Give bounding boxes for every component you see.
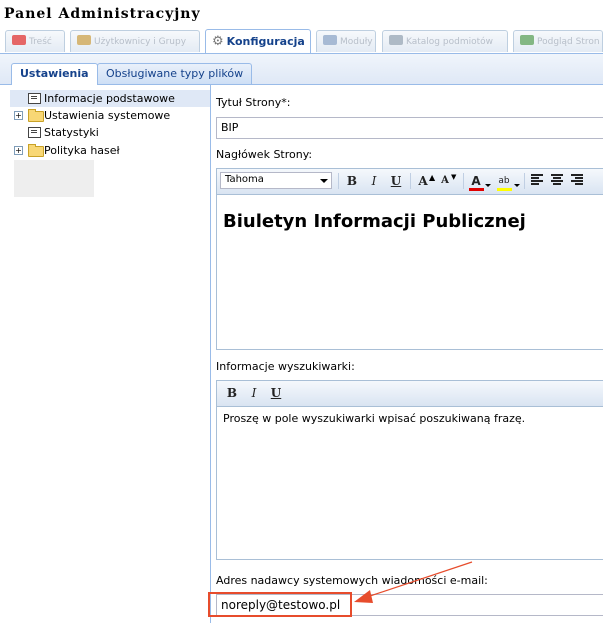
header-editor-toolbar: Tahoma B I U A ▲ A ▼ A ab [217,169,603,195]
font-select-value: Tahoma [225,174,264,185]
site-title-input[interactable]: BIP [216,117,603,139]
bold-button[interactable]: B [225,385,239,401]
search-info-label: Informacje wyszukiwarki: [216,360,355,373]
folder-icon [28,109,44,122]
search-editor-toolbar: B I U [217,381,603,407]
grow-font-button[interactable]: A [416,173,430,189]
expand-plus-icon[interactable]: + [14,146,23,155]
tab-preview-label: Podgląd Stron [537,37,600,47]
users-icon [77,35,91,45]
settings-tab-bar: Ustawienia Obsługiwane typy plików [0,54,603,85]
highlight-button[interactable]: ab [496,173,512,189]
tree-item-label: Polityka haseł [44,144,120,157]
grow-arrow-icon: ▲ [429,173,436,182]
tab-settings[interactable]: Ustawienia [11,63,98,85]
tab-settings-label: Ustawienia [20,67,89,80]
font-color-swatch [469,188,484,191]
tab-configuration[interactable]: ⚙ Konfiguracja [205,29,311,53]
email-label: Adres nadawcy systemowych wiadomości e-m… [216,574,488,587]
shrink-arrow-icon: ▼ [451,173,457,181]
header-label: Nagłówek Strony: [216,148,313,161]
font-select[interactable]: Tahoma [220,172,332,189]
toolbar-separator [524,173,525,189]
chevron-down-icon [320,179,328,183]
tree-item-label: Informacje podstawowe [44,92,175,105]
font-color-dropdown-icon[interactable] [485,179,491,192]
highlight-swatch [497,188,512,191]
settings-tree: Informacje podstawowe + Ustawienia syste… [10,88,210,198]
search-info-editor[interactable]: B I U Proszę w pole wyszukiwarki wpisać … [216,380,603,560]
bold-button[interactable]: B [345,173,359,189]
preview-icon [520,35,534,45]
modules-icon [323,35,337,45]
page-icon [28,127,41,138]
toolbar-separator [410,173,411,189]
folder-icon [28,144,44,157]
tab-preview[interactable]: Podgląd Stron [513,30,603,52]
tab-catalog[interactable]: Katalog podmiotów [382,30,508,52]
tab-users-groups[interactable]: Użytkownicy i Grupy [70,30,200,52]
catalog-icon [389,35,403,45]
tree-item-label: Ustawienia systemowe [44,109,171,122]
expand-plus-icon[interactable]: + [14,111,23,120]
tab-content[interactable]: Treść [5,30,65,52]
annotation-highlight-box [208,592,352,617]
tab-modules[interactable]: Moduły [316,30,376,52]
tree-item-password-policy[interactable]: + Polityka haseł [10,142,210,159]
tree-item-statistics[interactable]: Statystyki [10,124,210,141]
highlight-dropdown-icon[interactable] [514,179,520,192]
header-editor-content[interactable]: Biuletyn Informacji Publicznej [217,195,603,238]
toolbar-separator [463,173,464,189]
tab-configuration-label: Konfiguracja [226,35,305,48]
italic-button[interactable]: I [367,173,381,189]
header-text: Biuletyn Informacji Publicznej [223,211,526,232]
tree-item-basic-info[interactable]: Informacje podstawowe [10,90,210,107]
main-tab-bar: Treść Użytkownicy i Grupy ⚙ Konfiguracja … [0,27,603,54]
tree-item-label: Statystyki [44,126,99,139]
search-info-text: Proszę w pole wyszukiwarki wpisać poszuk… [223,412,526,425]
underline-button[interactable]: U [269,385,283,401]
search-editor-content[interactable]: Proszę w pole wyszukiwarki wpisać poszuk… [217,407,603,431]
align-left-icon[interactable] [531,174,543,186]
tab-content-label: Treść [29,37,52,47]
tab-file-types[interactable]: Obsługiwane typy plików [97,63,253,84]
font-color-button[interactable]: A [469,173,483,189]
shrink-font-button[interactable]: A [439,173,451,189]
tab-catalog-label: Katalog podmiotów [406,37,493,47]
tab-users-groups-label: Użytkownicy i Grupy [94,37,187,47]
page-icon [28,93,41,104]
toolbar-separator [338,173,339,189]
tree-item-system-settings[interactable]: + Ustawienia systemowe [10,107,210,124]
italic-button[interactable]: I [247,385,261,401]
tab-file-types-label: Obsługiwane typy plików [106,67,244,80]
align-center-icon[interactable] [551,174,563,186]
header-editor[interactable]: Tahoma B I U A ▲ A ▼ A ab Biuletyn Infor… [216,168,603,350]
content-icon [12,35,26,45]
page-title: Panel Administracyjny [4,6,201,22]
settings-form: Tytuł Strony*: BIP Nagłówek Strony: Taho… [211,84,603,623]
underline-button[interactable]: U [389,173,403,189]
gear-icon: ⚙ [212,34,224,49]
site-title-label: Tytuł Strony*: [216,96,291,109]
tab-modules-label: Moduły [340,37,373,47]
align-right-icon[interactable] [571,174,583,186]
